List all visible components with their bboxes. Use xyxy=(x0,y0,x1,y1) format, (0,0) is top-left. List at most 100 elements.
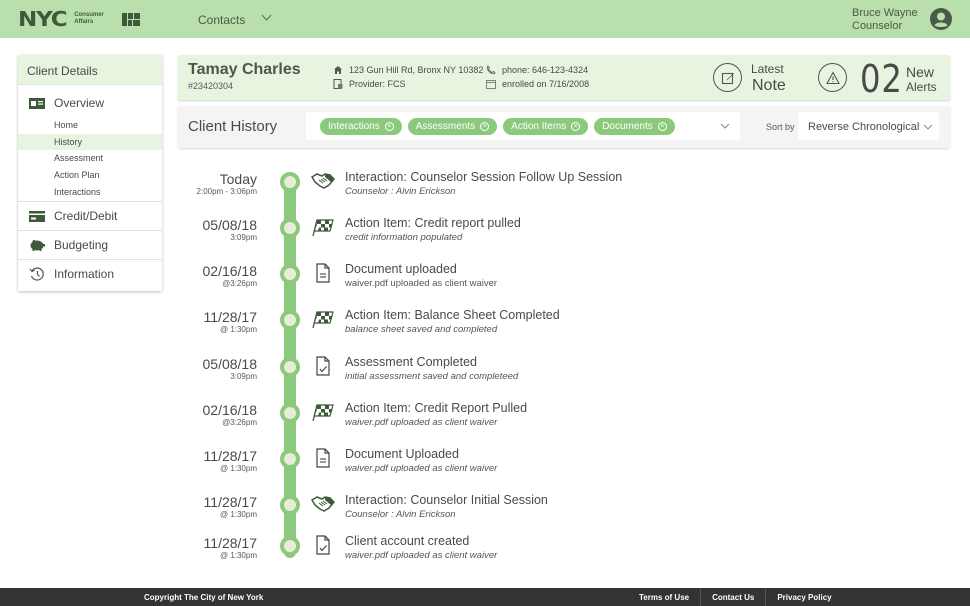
chip-label: Action Items xyxy=(511,121,567,132)
sidebar-item-information[interactable]: Information xyxy=(18,260,162,288)
remove-chip-icon[interactable]: × xyxy=(571,122,581,131)
timeline-node xyxy=(280,403,300,423)
phone-text: phone: 646-123-4324 xyxy=(502,65,589,75)
timeline-entry[interactable]: 05/08/18 3:09pm Assessment Completed initia… xyxy=(180,355,680,396)
nyc-logo[interactable]: NYC Consumer Affairs xyxy=(18,7,140,31)
user-name: Bruce Wayne xyxy=(852,7,918,19)
sidebar-subitem-assessment[interactable]: Assessment xyxy=(18,150,162,167)
filter-chip-input[interactable]: Interactions × Assessments × Action Items ×… xyxy=(306,112,740,140)
sidebar-section-information: Information xyxy=(18,260,162,288)
client-history-filter-bar: Client History Interactions × Assessments… xyxy=(178,106,950,148)
sidebar-section-budgeting: Budgeting xyxy=(18,231,162,261)
remove-chip-icon[interactable]: × xyxy=(384,122,394,131)
latest-note-label-line2[interactable]: Note xyxy=(752,77,786,95)
entry-title[interactable]: Interaction: Counselor Initial Session xyxy=(345,493,548,507)
terms-of-use-link[interactable]: Terms of Use xyxy=(628,588,700,606)
entry-title[interactable]: Interaction: Counselor Session Follow Up… xyxy=(345,170,622,184)
entry-title[interactable]: Assessment Completed xyxy=(345,355,477,369)
entry-time: 2:00pm - 3:06pm xyxy=(196,187,257,196)
alerts-label-line1[interactable]: New xyxy=(906,64,934,80)
contacts-nav[interactable]: Contacts xyxy=(198,13,245,27)
sidebar-item-label: Credit/Debit xyxy=(54,209,118,224)
entry-time: @ 1:30pm xyxy=(219,464,257,473)
entry-title[interactable]: Action Item: Credit report pulled xyxy=(345,216,521,230)
entry-subtitle: balance sheet saved and completed xyxy=(345,324,498,335)
latest-note-button[interactable] xyxy=(713,63,742,92)
checkered-flag-icon xyxy=(312,219,334,237)
entry-title[interactable]: Client account created xyxy=(345,534,469,548)
contact-us-link[interactable]: Contact Us xyxy=(700,588,765,606)
privacy-policy-link[interactable]: Privacy Policy xyxy=(765,588,842,606)
id-card-icon xyxy=(29,98,45,109)
timeline-entry[interactable]: 02/16/18 @3:26pm Document uploaded waiver.p… xyxy=(180,262,680,303)
sidebar-item-budgeting[interactable]: Budgeting xyxy=(18,231,162,259)
handshake-icon xyxy=(311,173,335,189)
client-id: #23420304 xyxy=(188,81,234,91)
provider-text: Provider: FCS xyxy=(349,79,406,89)
sidebar-subitem-interactions[interactable]: Interactions xyxy=(18,184,162,201)
entry-time: @3:26pm xyxy=(222,418,257,427)
timeline-entry[interactable]: 11/28/17 @ 1:30pm Interaction: Counselor I… xyxy=(180,493,680,534)
chevron-down-icon[interactable] xyxy=(720,121,730,131)
filter-chip-action-items[interactable]: Action Items × xyxy=(503,118,589,135)
history-icon xyxy=(29,267,44,282)
entry-time: @ 1:30pm xyxy=(219,551,257,560)
sidebar-item-label: Information xyxy=(54,267,115,282)
warning-icon xyxy=(825,70,840,84)
remove-chip-icon[interactable]: × xyxy=(657,122,667,131)
timeline-entry[interactable]: 11/28/17 @ 1:30pm Document Uploaded waiver.… xyxy=(180,447,680,488)
chevron-down-icon[interactable] xyxy=(261,12,272,23)
entry-time: @ 1:30pm xyxy=(219,325,257,334)
entry-title[interactable]: Action Item: Credit Report Pulled xyxy=(345,401,527,415)
sidebar-subitem-history[interactable]: History xyxy=(18,133,162,151)
timeline-entry[interactable]: 11/28/17 @ 1:30pm Client account created wa… xyxy=(180,534,680,575)
logo-sub-line2: Affairs xyxy=(74,19,94,25)
credit-card-icon xyxy=(29,211,45,223)
timeline-node xyxy=(280,495,300,515)
sidebar-subitem-home[interactable]: Home xyxy=(18,117,162,134)
entry-title[interactable]: Document uploaded xyxy=(345,262,457,276)
sort-select[interactable]: Reverse Chronological xyxy=(798,112,939,140)
entry-title[interactable]: Document Uploaded xyxy=(345,447,459,461)
entry-date: 11/28/17 xyxy=(203,309,257,325)
remove-chip-icon[interactable]: × xyxy=(480,122,490,131)
sidebar-subitem-action-plan[interactable]: Action Plan xyxy=(18,167,162,184)
timeline-entry[interactable]: 11/28/17 @ 1:30pm Action Item: Balance She… xyxy=(180,308,680,349)
filter-chip-documents[interactable]: Documents × xyxy=(594,118,675,135)
checkered-flag-icon xyxy=(312,404,334,422)
sidebar-item-overview[interactable]: Overview xyxy=(18,89,162,117)
alerts-count[interactable]: 02 xyxy=(860,57,903,101)
filter-chip-interactions[interactable]: Interactions × xyxy=(320,118,402,135)
user-avatar-icon[interactable] xyxy=(930,8,952,30)
entry-title[interactable]: Action Item: Balance Sheet Completed xyxy=(345,308,560,322)
grid-logo-icon xyxy=(122,13,140,26)
alerts-button[interactable] xyxy=(818,63,847,92)
timeline-node xyxy=(280,218,300,238)
client-enrolled: enrolled on 7/16/2008 xyxy=(486,79,589,89)
calendar-icon xyxy=(486,80,496,89)
sidebar-item-credit-debit[interactable]: Credit/Debit xyxy=(18,202,162,230)
timeline-node xyxy=(280,310,300,330)
client-phone: phone: 646-123-4324 xyxy=(486,65,588,75)
logo-text: NYC xyxy=(18,7,68,31)
entry-date: Today xyxy=(219,171,257,187)
latest-note-label-line1[interactable]: Latest xyxy=(751,62,784,76)
entry-time: 3:09pm xyxy=(230,372,257,381)
alerts-label-line2[interactable]: Alerts xyxy=(906,80,937,94)
timeline-entry[interactable]: Today 2:00pm - 3:06pm Interaction: Counsel… xyxy=(180,170,680,211)
entry-time: @3:26pm xyxy=(222,279,257,288)
user-info[interactable]: Bruce Wayne Counselor xyxy=(852,7,918,33)
entry-subtitle: waiver.pdf uploaded as client waiver xyxy=(345,417,498,428)
client-summary-card: Tamay Charles #23420304 123 Gun Hill Rd,… xyxy=(178,55,950,101)
entry-date: 02/16/18 xyxy=(202,402,258,418)
timeline-node xyxy=(280,264,300,284)
filter-chip-assessments[interactable]: Assessments × xyxy=(407,118,498,135)
client-provider: Provider: FCS xyxy=(333,79,406,89)
timeline-entry[interactable]: 02/16/18 @3:26pm Action Item: Credit Repor… xyxy=(180,401,680,442)
timeline-node xyxy=(280,536,300,556)
user-role: Counselor xyxy=(852,20,903,32)
entry-subtitle: waiver.pdf uploaded as client waiver xyxy=(345,550,498,561)
phone-icon xyxy=(486,65,496,75)
handshake-icon xyxy=(311,496,335,512)
timeline-entry[interactable]: 05/08/18 3:09pm Action Item: Credit report… xyxy=(180,216,680,257)
